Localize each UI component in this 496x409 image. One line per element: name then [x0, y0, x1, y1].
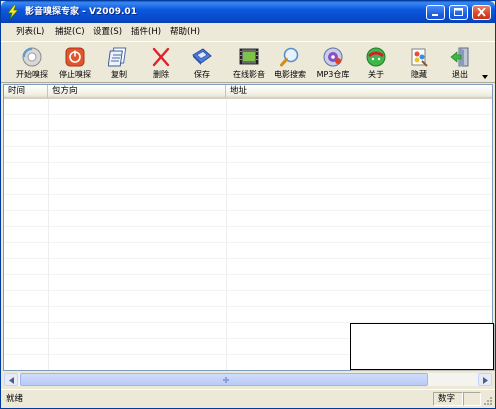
lightning-app-icon	[7, 5, 19, 19]
column-divider	[48, 99, 49, 370]
toolbar: 开始嗅探 停止嗅探 复制 删除 保存 在线影音 电影搜索 MP3仓库 关于 隐藏…	[1, 41, 495, 83]
resize-grip-icon[interactable]	[482, 395, 493, 406]
exit-icon	[450, 47, 469, 67]
stop-sniff-button[interactable]: 停止嗅探	[53, 44, 97, 82]
scroll-left-button[interactable]	[4, 373, 18, 386]
scroll-right-button[interactable]	[478, 373, 492, 386]
scroll-right-arrow-icon	[483, 377, 488, 384]
column-header-address[interactable]: 地址	[226, 85, 492, 99]
status-text: 就绪	[6, 394, 24, 404]
minimize-button[interactable]	[426, 5, 445, 20]
maximize-icon	[454, 8, 463, 16]
save-label: 保存	[194, 70, 210, 79]
title-bar[interactable]: 影音嗅探专家 - V2009.01	[1, 1, 495, 23]
menu-capture[interactable]: 捕捉(C)	[55, 26, 85, 39]
copy-icon	[108, 47, 127, 67]
maximize-button[interactable]	[449, 5, 468, 20]
close-icon	[477, 8, 486, 17]
list-header: 时间 包方向 地址	[4, 85, 492, 99]
save-button[interactable]: 保存	[180, 44, 224, 82]
movie-search-icon	[280, 47, 299, 67]
scroll-left-arrow-icon	[9, 377, 14, 384]
scrollbar-thumb[interactable]	[20, 373, 428, 386]
column-divider	[226, 99, 227, 370]
movie-search-button[interactable]: 电影搜索	[268, 44, 312, 82]
exit-label: 退出	[452, 70, 468, 79]
status-bar: 就绪 数字	[1, 389, 495, 408]
blank-popup-box	[350, 323, 494, 370]
menu-help[interactable]: 帮助(H)	[170, 26, 200, 39]
start-sniff-button[interactable]: 开始嗅探	[10, 44, 54, 82]
mp3-warehouse-icon	[323, 47, 343, 67]
close-button[interactable]	[472, 5, 491, 20]
minimize-icon	[432, 14, 438, 16]
delete-icon	[152, 47, 170, 67]
exit-button[interactable]: 退出	[438, 44, 482, 82]
status-num-panel: 数字	[433, 392, 463, 406]
toolbar-overflow-chevron-icon[interactable]	[482, 75, 488, 79]
save-disk-icon	[192, 48, 212, 65]
online-video-icon	[239, 48, 259, 65]
stop-sniff-icon	[65, 47, 85, 67]
menu-settings[interactable]: 设置(S)	[93, 26, 122, 39]
about-icon	[366, 47, 386, 67]
scroll-grip-icon	[223, 377, 229, 383]
status-empty-panel	[463, 392, 481, 406]
menu-plugins[interactable]: 插件(H)	[131, 26, 161, 39]
mp3-warehouse-button[interactable]: MP3仓库	[311, 44, 355, 82]
menu-list[interactable]: 列表(L)	[16, 26, 44, 39]
column-header-time[interactable]: 时间	[4, 85, 48, 99]
window-title: 影音嗅探专家 - V2009.01	[25, 7, 137, 17]
start-sniff-icon	[22, 47, 42, 67]
horizontal-scrollbar[interactable]	[4, 373, 492, 386]
app-window: 影音嗅探专家 - V2009.01 列表(L) 捕捉(C) 设置(S) 插件(H…	[0, 0, 496, 409]
about-button[interactable]: 关于	[354, 44, 398, 82]
menu-bar: 列表(L) 捕捉(C) 设置(S) 插件(H) 帮助(H)	[1, 23, 495, 41]
column-header-direction[interactable]: 包方向	[48, 85, 226, 99]
hide-icon	[411, 48, 428, 67]
